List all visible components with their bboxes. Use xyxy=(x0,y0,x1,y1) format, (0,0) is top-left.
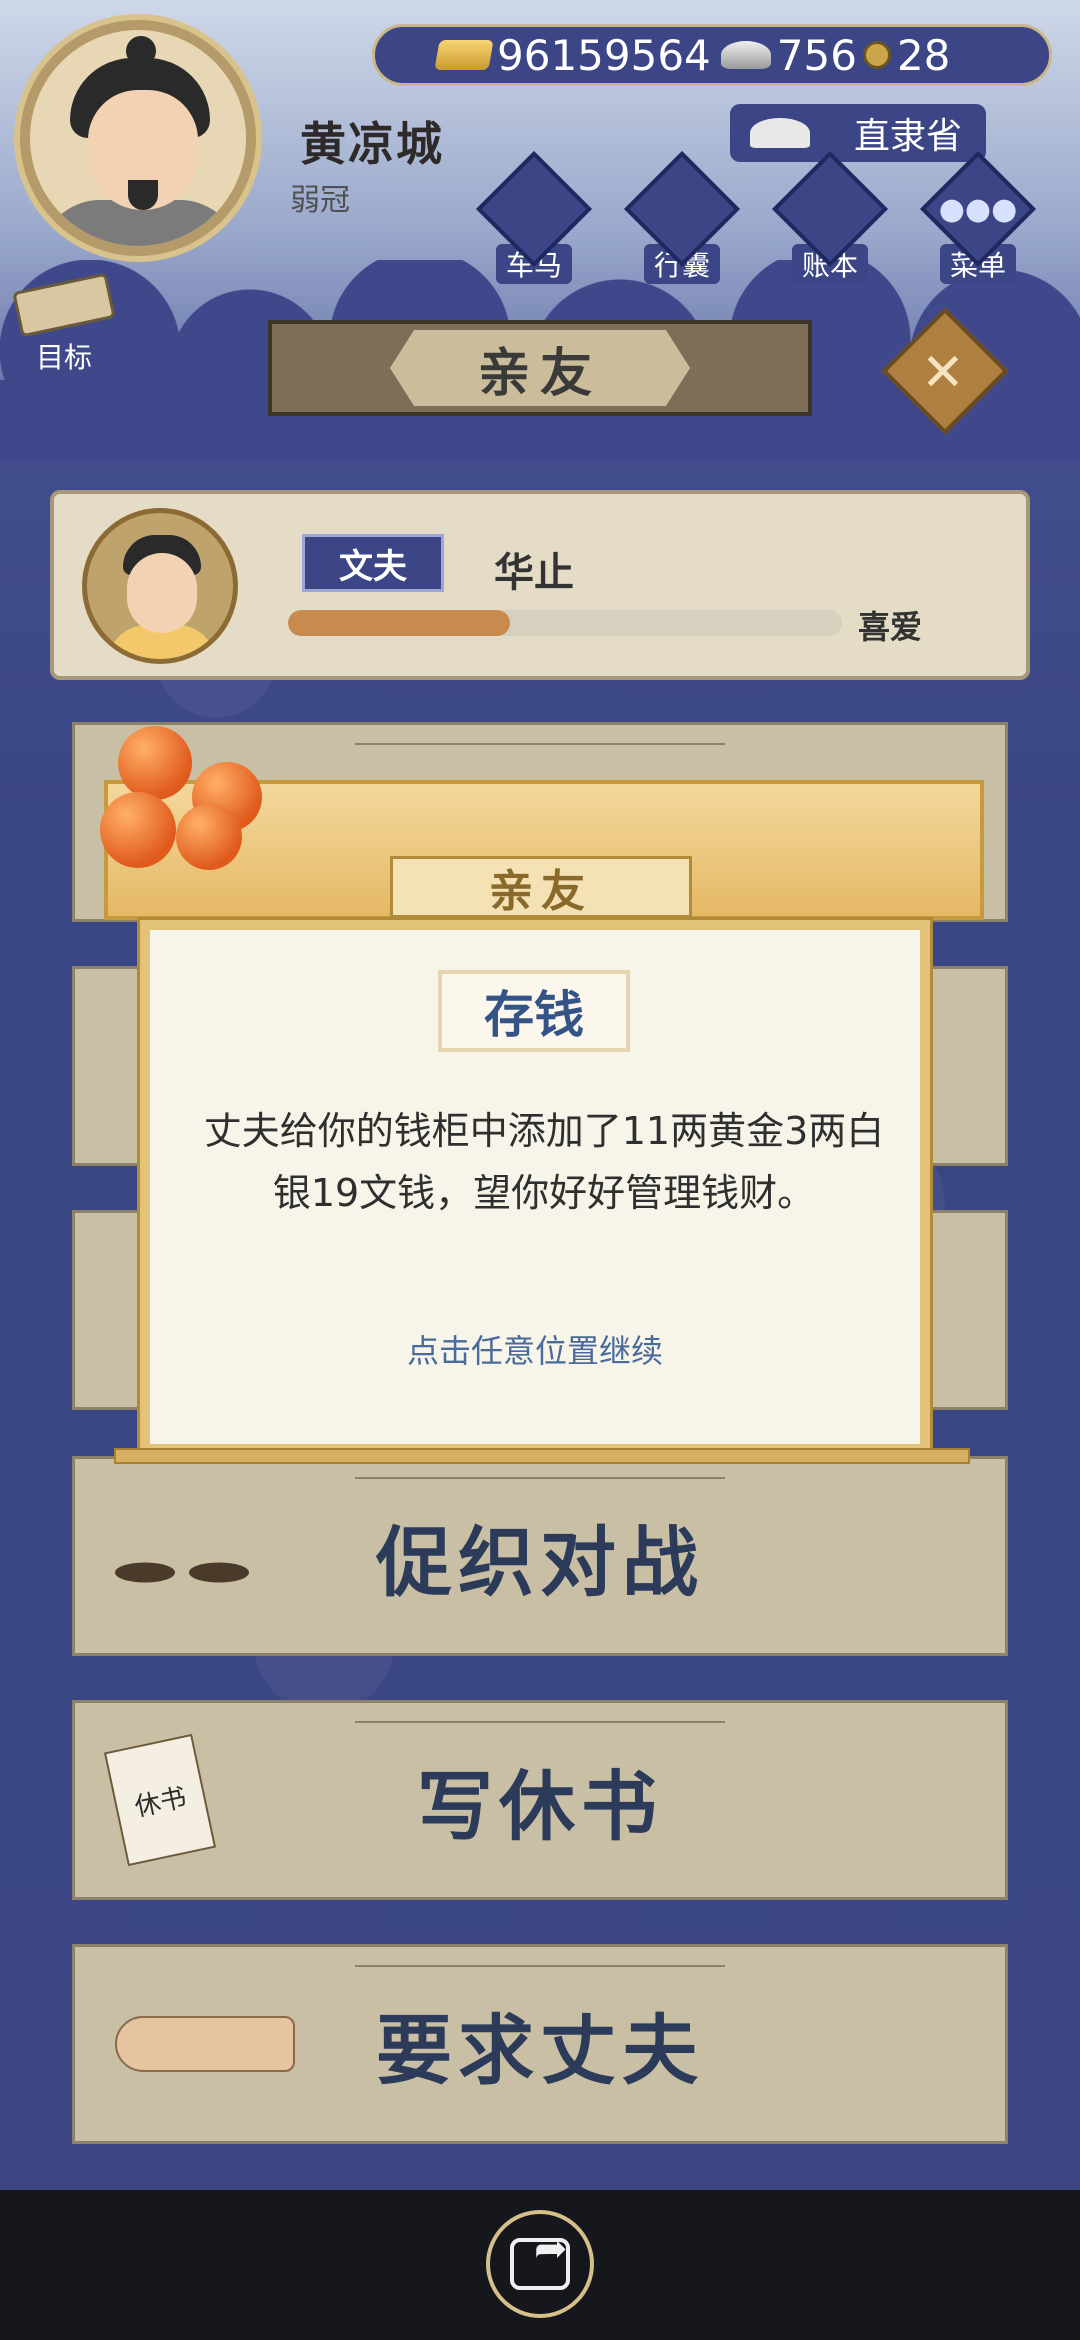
spouse-face xyxy=(127,553,197,633)
goal-button[interactable]: 目标 xyxy=(12,272,116,376)
panel-request-husband-label: 要求丈夫 xyxy=(376,2006,704,2095)
silver-ingot-icon xyxy=(720,41,771,69)
dialog-message: 丈夫给你的钱柜中添加了11两黄金3两白银19文钱，望你好好管理钱财。 xyxy=(203,1109,885,1215)
currency-bar: 96159564 756 28 xyxy=(372,24,1052,86)
cricket-icon xyxy=(115,1512,263,1601)
close-icon: ✕ xyxy=(921,343,965,404)
candied-hawthorn-icon-3 xyxy=(100,792,176,868)
portrait-beard xyxy=(128,180,158,210)
bottom-bar: ➦ xyxy=(0,2190,1080,2340)
nav-carriage[interactable]: 车马 xyxy=(474,151,594,284)
dialog-subtitle: 存钱 xyxy=(438,970,630,1052)
panel-write-divorce-label: 写休书 xyxy=(417,1762,663,1851)
region-button[interactable]: 直隶省 xyxy=(730,104,986,162)
goal-label: 目标 xyxy=(35,341,92,374)
panel-write-divorce[interactable]: 休书 写休书 xyxy=(72,1700,1008,1900)
spouse-card[interactable]: 文夫 华止 喜爱 xyxy=(50,490,1030,680)
portrait-bun xyxy=(126,36,156,66)
relation-tag: 文夫 xyxy=(302,534,444,592)
player-portrait xyxy=(30,30,246,246)
gold-ingot-icon xyxy=(434,40,494,70)
bag-icon xyxy=(624,151,740,267)
carriage-icon xyxy=(476,151,592,267)
region-label: 直隶省 xyxy=(853,116,962,157)
official-hat-icon xyxy=(750,118,810,148)
copper-coin-icon xyxy=(862,41,891,69)
silver-amount: 756 xyxy=(776,30,857,80)
divorce-letter-icon: 休书 xyxy=(103,1733,217,1867)
player-avatar[interactable] xyxy=(14,14,262,262)
affection-label: 喜爱 xyxy=(858,608,923,646)
nav-bag[interactable]: 行囊 xyxy=(622,151,742,284)
share-icon: ➦ xyxy=(510,2226,570,2290)
notification-dialog[interactable]: 存钱 丈夫给你的钱柜中添加了11两黄金3两白银19文钱，望你好好管理钱财。 点击… xyxy=(140,920,930,1454)
dialog-tab-title: 亲友 xyxy=(390,856,692,918)
pointing-hand-icon xyxy=(115,2016,295,2072)
nav-menu[interactable]: ●●● 菜单 xyxy=(918,151,1038,284)
copper-amount: 28 xyxy=(896,30,951,80)
tap-to-continue-hint[interactable]: 点击任意位置继续 xyxy=(150,1326,920,1372)
spouse-avatar xyxy=(82,508,238,664)
affection-fill xyxy=(288,610,510,636)
panel-cricket-battle[interactable]: 促织对战 xyxy=(72,1456,1008,1656)
candied-hawthorn-icon xyxy=(118,726,192,800)
panel-request-husband[interactable]: 要求丈夫 xyxy=(72,1944,1008,2144)
player-name: 黄凉城 xyxy=(300,117,444,171)
nav-ledger[interactable]: 账本 xyxy=(770,151,890,284)
gold-amount: 96159564 xyxy=(497,30,711,80)
ledger-icon xyxy=(772,151,888,267)
page-title: 亲友 xyxy=(390,330,690,406)
dialog-base xyxy=(114,1448,970,1464)
spouse-name: 华止 xyxy=(494,550,574,596)
page-title-banner: 亲友 xyxy=(268,320,812,416)
menu-dots-icon: ●●● xyxy=(938,192,1018,227)
share-button[interactable]: ➦ xyxy=(486,2210,594,2318)
player-rank: 弱冠 xyxy=(290,183,350,218)
panel-cricket-battle-label: 促织对战 xyxy=(376,1518,704,1607)
candied-hawthorn-icon-4 xyxy=(176,804,242,870)
affection-bar xyxy=(288,610,842,636)
scroll-icon xyxy=(12,272,116,338)
